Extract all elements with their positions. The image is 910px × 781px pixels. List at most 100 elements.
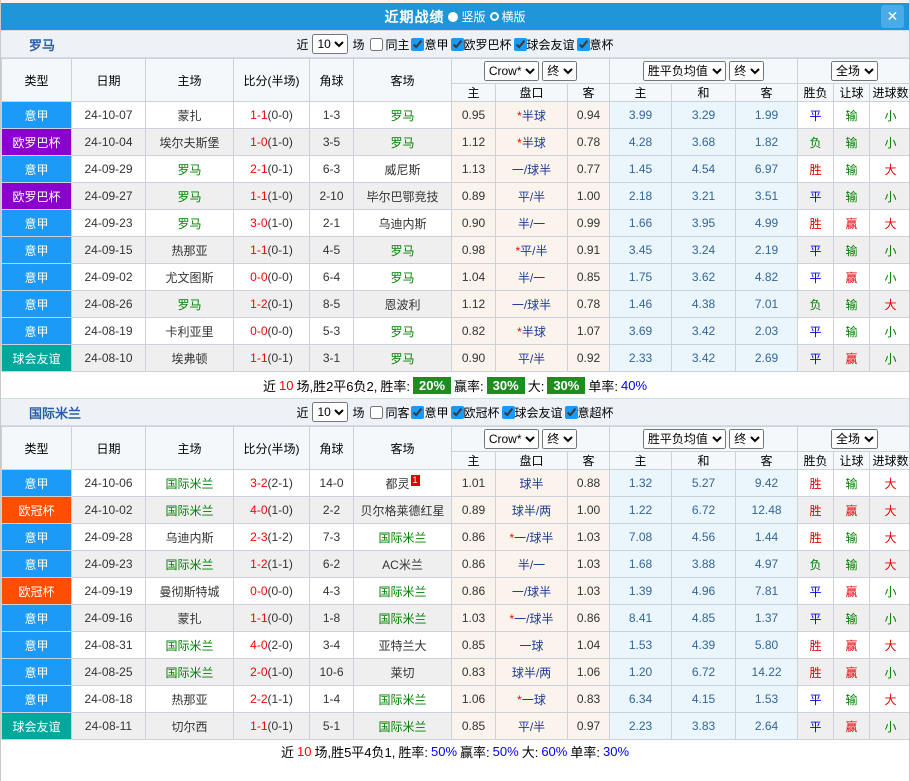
score-cell: 1-1(0-1) bbox=[234, 345, 310, 372]
recent-count-select[interactable]: 10 bbox=[312, 34, 348, 54]
score-halftime: (0-1) bbox=[268, 162, 293, 176]
away-team-cell: 国际米兰 bbox=[354, 713, 452, 740]
league-cell: 意甲 bbox=[2, 264, 72, 291]
score-halftime: (1-0) bbox=[268, 665, 293, 679]
score-halftime: (0-0) bbox=[268, 611, 293, 625]
corner-cell: 7-3 bbox=[310, 524, 354, 551]
league-checkbox[interactable] bbox=[514, 38, 527, 51]
league-cell: 意甲 bbox=[2, 524, 72, 551]
league-cell: 欧冠杯 bbox=[2, 497, 72, 524]
recent-count-select[interactable]: 10 bbox=[312, 402, 348, 422]
close-icon[interactable]: ✕ bbox=[881, 5, 904, 28]
score-fulltime: 2-2 bbox=[250, 692, 267, 706]
date-cell: 24-10-07 bbox=[72, 102, 146, 129]
avg-home-cell: 3.99 bbox=[610, 102, 672, 129]
corner-cell: 4-3 bbox=[310, 578, 354, 605]
handicap-cell: 一/球半 bbox=[496, 578, 568, 605]
score-halftime: (1-1) bbox=[268, 692, 293, 706]
league-checkbox[interactable] bbox=[411, 406, 424, 419]
odds-away-cell: 0.99 bbox=[568, 210, 610, 237]
odds-away-cell: 0.86 bbox=[568, 605, 610, 632]
league-checkbox[interactable] bbox=[451, 406, 464, 419]
score-fulltime: 1-2 bbox=[250, 297, 267, 311]
handicap-cell: 球半/两 bbox=[496, 497, 568, 524]
result-cell: 平 bbox=[798, 102, 834, 129]
avg-header: 胜平负均值 终 bbox=[610, 427, 798, 452]
avg-home-cell: 1.75 bbox=[610, 264, 672, 291]
let-ball-cell: 输 bbox=[834, 318, 870, 345]
odds-away-cell: 0.78 bbox=[568, 129, 610, 156]
league-checkbox[interactable] bbox=[411, 38, 424, 51]
corner-cell: 6-4 bbox=[310, 264, 354, 291]
odds-home-cell: 0.85 bbox=[452, 713, 496, 740]
avg-select[interactable]: 胜平负均值 bbox=[643, 429, 726, 449]
avg-draw-cell: 3.42 bbox=[672, 318, 736, 345]
let-ball-cell: 输 bbox=[834, 183, 870, 210]
away-team-cell: 国际米兰 bbox=[354, 605, 452, 632]
odds-away-cell: 0.92 bbox=[568, 345, 610, 372]
league-checkbox[interactable] bbox=[565, 406, 578, 419]
avg-away-cell: 1.37 bbox=[736, 605, 798, 632]
summary-item-value: 50% bbox=[493, 744, 519, 759]
handicap-text: 一球 bbox=[519, 639, 543, 653]
section-roma: 罗马 近 10 场 同主 意甲 欧罗巴杯 球会友谊 bbox=[1, 30, 909, 398]
score-cell: 1-1(0-1) bbox=[234, 237, 310, 264]
league-checkbox[interactable] bbox=[577, 38, 590, 51]
recent-results-panel: 近期战绩 竖版 横版 ✕ 罗马 近 10 场 同主 意甲 bbox=[0, 0, 910, 781]
corner-cell: 2-1 bbox=[310, 210, 354, 237]
goals-cell: 小 bbox=[870, 129, 910, 156]
odds-time-select[interactable]: 终 bbox=[542, 429, 577, 449]
match-row: 欧冠杯24-10-02国际米兰4-0(1-0)2-2贝尔格莱德红星0.89球半/… bbox=[2, 497, 910, 524]
odds-company-select[interactable]: Crow* bbox=[484, 61, 539, 81]
away-team-name: 罗马 bbox=[390, 352, 414, 366]
team-name: 国际米兰 bbox=[29, 403, 81, 422]
handicap-text: 半球 bbox=[522, 109, 546, 123]
odds-company-select[interactable]: Crow* bbox=[484, 429, 539, 449]
away-team-name: 毕尔巴鄂竞技 bbox=[366, 190, 438, 204]
score-fulltime: 1-1 bbox=[250, 108, 267, 122]
avg-select[interactable]: 胜平负均值 bbox=[643, 61, 726, 81]
col-avg-away: 客 bbox=[736, 84, 798, 102]
score-cell: 2-2(1-1) bbox=[234, 686, 310, 713]
score-cell: 3-2(2-1) bbox=[234, 470, 310, 497]
league-label: 欧罗巴杯 bbox=[464, 36, 512, 53]
let-ball-cell: 输 bbox=[834, 470, 870, 497]
avg-time-select[interactable]: 终 bbox=[729, 61, 764, 81]
date-cell: 24-09-23 bbox=[72, 551, 146, 578]
away-team-name: 罗马 bbox=[390, 271, 414, 285]
section-header: 国际米兰 近 10 场 同客 意甲 欧冠杯 球会友谊 bbox=[1, 398, 909, 426]
col-score: 比分(半场) bbox=[234, 59, 310, 102]
layout-radio-vertical[interactable]: 竖版 bbox=[448, 8, 485, 25]
league-checkbox[interactable] bbox=[502, 406, 515, 419]
same-venue-checkbox[interactable] bbox=[370, 38, 383, 51]
goals-cell: 小 bbox=[870, 264, 910, 291]
col-handicap: 盘口 bbox=[496, 84, 568, 102]
corner-cell: 5-1 bbox=[310, 713, 354, 740]
date-cell: 24-08-18 bbox=[72, 686, 146, 713]
avg-draw-cell: 3.88 bbox=[672, 551, 736, 578]
goals-cell: 小 bbox=[870, 578, 910, 605]
filter-bar: 近 10 场 同主 意甲 欧罗巴杯 球会友谊 bbox=[296, 34, 613, 54]
same-venue-checkbox[interactable] bbox=[370, 406, 383, 419]
odds-time-select[interactable]: 终 bbox=[542, 61, 577, 81]
col-avg-home: 主 bbox=[610, 452, 672, 470]
handicap-cell: *半球 bbox=[496, 129, 568, 156]
date-cell: 24-08-26 bbox=[72, 291, 146, 318]
score-halftime: (1-0) bbox=[268, 189, 293, 203]
avg-time-select[interactable]: 终 bbox=[729, 429, 764, 449]
radio-vertical-label: 竖版 bbox=[461, 8, 485, 25]
col-date: 日期 bbox=[72, 59, 146, 102]
scope-select[interactable]: 全场 bbox=[831, 429, 878, 449]
summary-games: 10 bbox=[297, 744, 311, 759]
avg-away-cell: 5.80 bbox=[736, 632, 798, 659]
away-team-name: 亚特兰大 bbox=[378, 639, 426, 653]
layout-radio-horizontal[interactable]: 横版 bbox=[490, 8, 526, 25]
league-checkbox[interactable] bbox=[451, 38, 464, 51]
summary-item-value: 60% bbox=[541, 744, 567, 759]
avg-away-cell: 1.99 bbox=[736, 102, 798, 129]
let-ball-cell: 赢 bbox=[834, 497, 870, 524]
home-team-cell: 曼彻斯特城 bbox=[146, 578, 234, 605]
score-fulltime: 1-1 bbox=[250, 611, 267, 625]
col-odds-home: 主 bbox=[452, 84, 496, 102]
scope-select[interactable]: 全场 bbox=[831, 61, 878, 81]
